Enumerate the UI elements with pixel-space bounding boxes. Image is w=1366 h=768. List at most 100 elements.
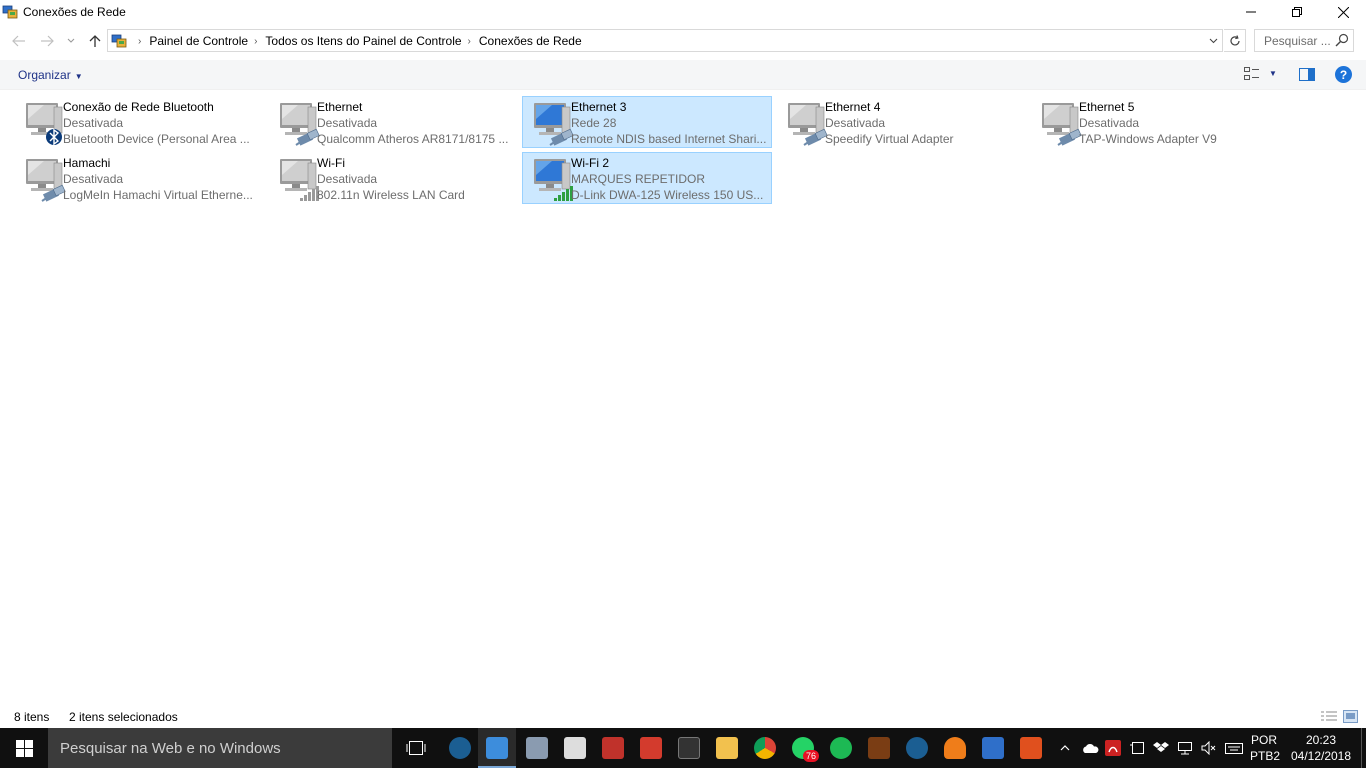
connection-text: Ethernet 5 Desativada TAP-Windows Adapte… — [1079, 99, 1275, 147]
connection-status: MARQUES REPETIDOR — [571, 172, 706, 186]
show-hidden-icons[interactable] — [1056, 728, 1074, 768]
tray-tablet[interactable] — [1126, 728, 1148, 768]
restore-icon — [1292, 7, 1302, 17]
connection-text: Wi-Fi Desativada 802.11n Wireless LAN Ca… — [317, 155, 513, 203]
arrow-up-icon — [89, 35, 101, 47]
back-button[interactable] — [10, 32, 28, 50]
address-bar[interactable]: › Painel de Controle › Todos os Itens do… — [107, 29, 1223, 52]
clock[interactable]: 20:23 04/12/2018 — [1288, 732, 1354, 764]
connection-text: Hamachi Desativada LogMeIn Hamachi Virtu… — [63, 155, 259, 203]
breadcrumb-separator-icon[interactable]: › — [254, 36, 257, 47]
taskbar-whatsapp[interactable]: 76 — [784, 728, 822, 768]
forward-button[interactable] — [38, 32, 56, 50]
taskbar-spotify[interactable] — [822, 728, 860, 768]
refresh-icon — [1229, 34, 1240, 45]
network-connection-item[interactable]: Wi-Fi Desativada 802.11n Wireless LAN Ca… — [268, 152, 518, 204]
network-adapter-icon — [534, 159, 573, 201]
minimize-button[interactable] — [1228, 0, 1274, 24]
network-connection-item[interactable]: Wi-Fi 2 MARQUES REPETIDOR D-Link DWA-125… — [522, 152, 772, 204]
connection-device: Remote NDIS based Internet Shari... — [571, 132, 767, 146]
connection-name: Conexão de Rede Bluetooth — [63, 100, 214, 114]
address-history-dropdown[interactable] — [1206, 33, 1220, 49]
taskbar-microphone-app[interactable] — [936, 728, 974, 768]
refresh-button[interactable] — [1224, 29, 1246, 52]
breadcrumb-conexoes-de-rede[interactable]: Conexões de Rede — [479, 34, 582, 48]
task-view-button[interactable] — [397, 728, 435, 768]
title-bar: Conexões de Rede — [0, 0, 1366, 24]
taskbar-app-monitor[interactable] — [518, 728, 556, 768]
network-connection-item[interactable]: Conexão de Rede Bluetooth Desativada Blu… — [14, 96, 264, 148]
speaker-muted-icon — [1201, 741, 1216, 755]
taskbar-app-red-2[interactable] — [632, 728, 670, 768]
network-icon — [1178, 742, 1192, 755]
monitor-app-icon — [526, 737, 548, 759]
search-box[interactable] — [1254, 29, 1354, 52]
connection-name: Wi-Fi — [317, 156, 345, 170]
network-adapter-icon — [788, 103, 828, 146]
up-button[interactable] — [86, 32, 104, 50]
language-indicator[interactable]: POR PTB2 — [1250, 732, 1280, 764]
network-connections-icon — [2, 5, 18, 19]
connection-device: TAP-Windows Adapter V9 — [1079, 132, 1217, 146]
view-options-caret-icon[interactable]: ▼ — [1269, 69, 1277, 78]
minimize-icon — [1246, 11, 1256, 13]
network-connection-item[interactable]: Ethernet Desativada Qualcomm Atheros AR8… — [268, 96, 518, 148]
tray-acrobat[interactable] — [1102, 728, 1124, 768]
restore-button[interactable] — [1274, 0, 1320, 24]
start-button[interactable] — [0, 728, 48, 768]
recent-locations-button[interactable] — [62, 32, 80, 50]
steam-icon — [449, 737, 471, 759]
taskbar-file-explorer[interactable] — [708, 728, 746, 768]
chevron-down-icon — [67, 38, 75, 43]
network-connection-item[interactable]: Ethernet 4 Desativada Speedify Virtual A… — [776, 96, 1026, 148]
task-view-icon — [406, 741, 426, 755]
taskbar-app-m[interactable] — [556, 728, 594, 768]
taskbar-steam-2[interactable] — [898, 728, 936, 768]
network-adapter-icon — [26, 159, 66, 202]
taskbar-rocket-league[interactable] — [974, 728, 1012, 768]
selected-count: 2 itens selecionados — [69, 710, 178, 724]
large-icons-view-icon[interactable] — [1343, 710, 1358, 723]
tray-dropbox[interactable] — [1150, 728, 1172, 768]
search-input[interactable] — [1255, 30, 1333, 51]
red-app-icon — [602, 737, 624, 759]
tray-onedrive[interactable] — [1079, 728, 1101, 768]
taskbar-steam[interactable] — [441, 728, 479, 768]
preview-pane-icon[interactable] — [1299, 68, 1315, 81]
breadcrumb-painel-de-controle[interactable]: Painel de Controle — [149, 34, 248, 48]
language-code: POR — [1250, 733, 1277, 747]
change-view-icon[interactable] — [1244, 67, 1260, 81]
organize-button[interactable]: Organizar ▼ — [18, 68, 83, 82]
m-app-icon — [564, 737, 586, 759]
breadcrumb-todos-os-itens[interactable]: Todos os Itens do Painel de Controle — [265, 34, 461, 48]
breadcrumb-separator-icon[interactable]: › — [468, 36, 471, 47]
network-connection-item[interactable]: Ethernet 5 Desativada TAP-Windows Adapte… — [1030, 96, 1280, 148]
search-icon[interactable] — [1335, 33, 1349, 47]
breadcrumb-separator-icon[interactable]: › — [138, 36, 141, 47]
connection-status: Desativada — [825, 116, 886, 130]
taskbar-chrome[interactable] — [746, 728, 784, 768]
network-adapter-icon — [280, 103, 320, 146]
connection-text: Ethernet 3 Rede 28 Remote NDIS based Int… — [571, 99, 767, 147]
details-view-icon[interactable] — [1321, 710, 1337, 723]
tray-volume[interactable] — [1198, 728, 1220, 768]
network-adapter-icon — [1042, 103, 1082, 146]
connection-name: Wi-Fi 2 — [571, 156, 609, 170]
tray-network[interactable] — [1174, 728, 1196, 768]
taskbar-search[interactable]: Pesquisar na Web e no Windows — [48, 728, 392, 768]
folder-icon — [716, 737, 738, 759]
control-panel-icon — [486, 737, 508, 759]
command-bar: Organizar ▼ ▼ ? — [0, 60, 1366, 90]
show-desktop-button[interactable] — [1361, 728, 1366, 768]
tray-keyboard[interactable] — [1222, 728, 1246, 768]
taskbar-control-panel[interactable] — [478, 728, 516, 768]
taskbar-app-brown[interactable] — [860, 728, 898, 768]
connection-status: Desativada — [317, 172, 378, 186]
help-button[interactable]: ? — [1335, 66, 1352, 83]
taskbar-app-red-1[interactable] — [594, 728, 632, 768]
taskbar-app-dark[interactable] — [670, 728, 708, 768]
network-connection-item[interactable]: Ethernet 3 Rede 28 Remote NDIS based Int… — [522, 96, 772, 148]
taskbar-settings-app[interactable] — [1012, 728, 1050, 768]
close-button[interactable] — [1320, 0, 1366, 24]
network-connection-item[interactable]: Hamachi Desativada LogMeIn Hamachi Virtu… — [14, 152, 264, 204]
